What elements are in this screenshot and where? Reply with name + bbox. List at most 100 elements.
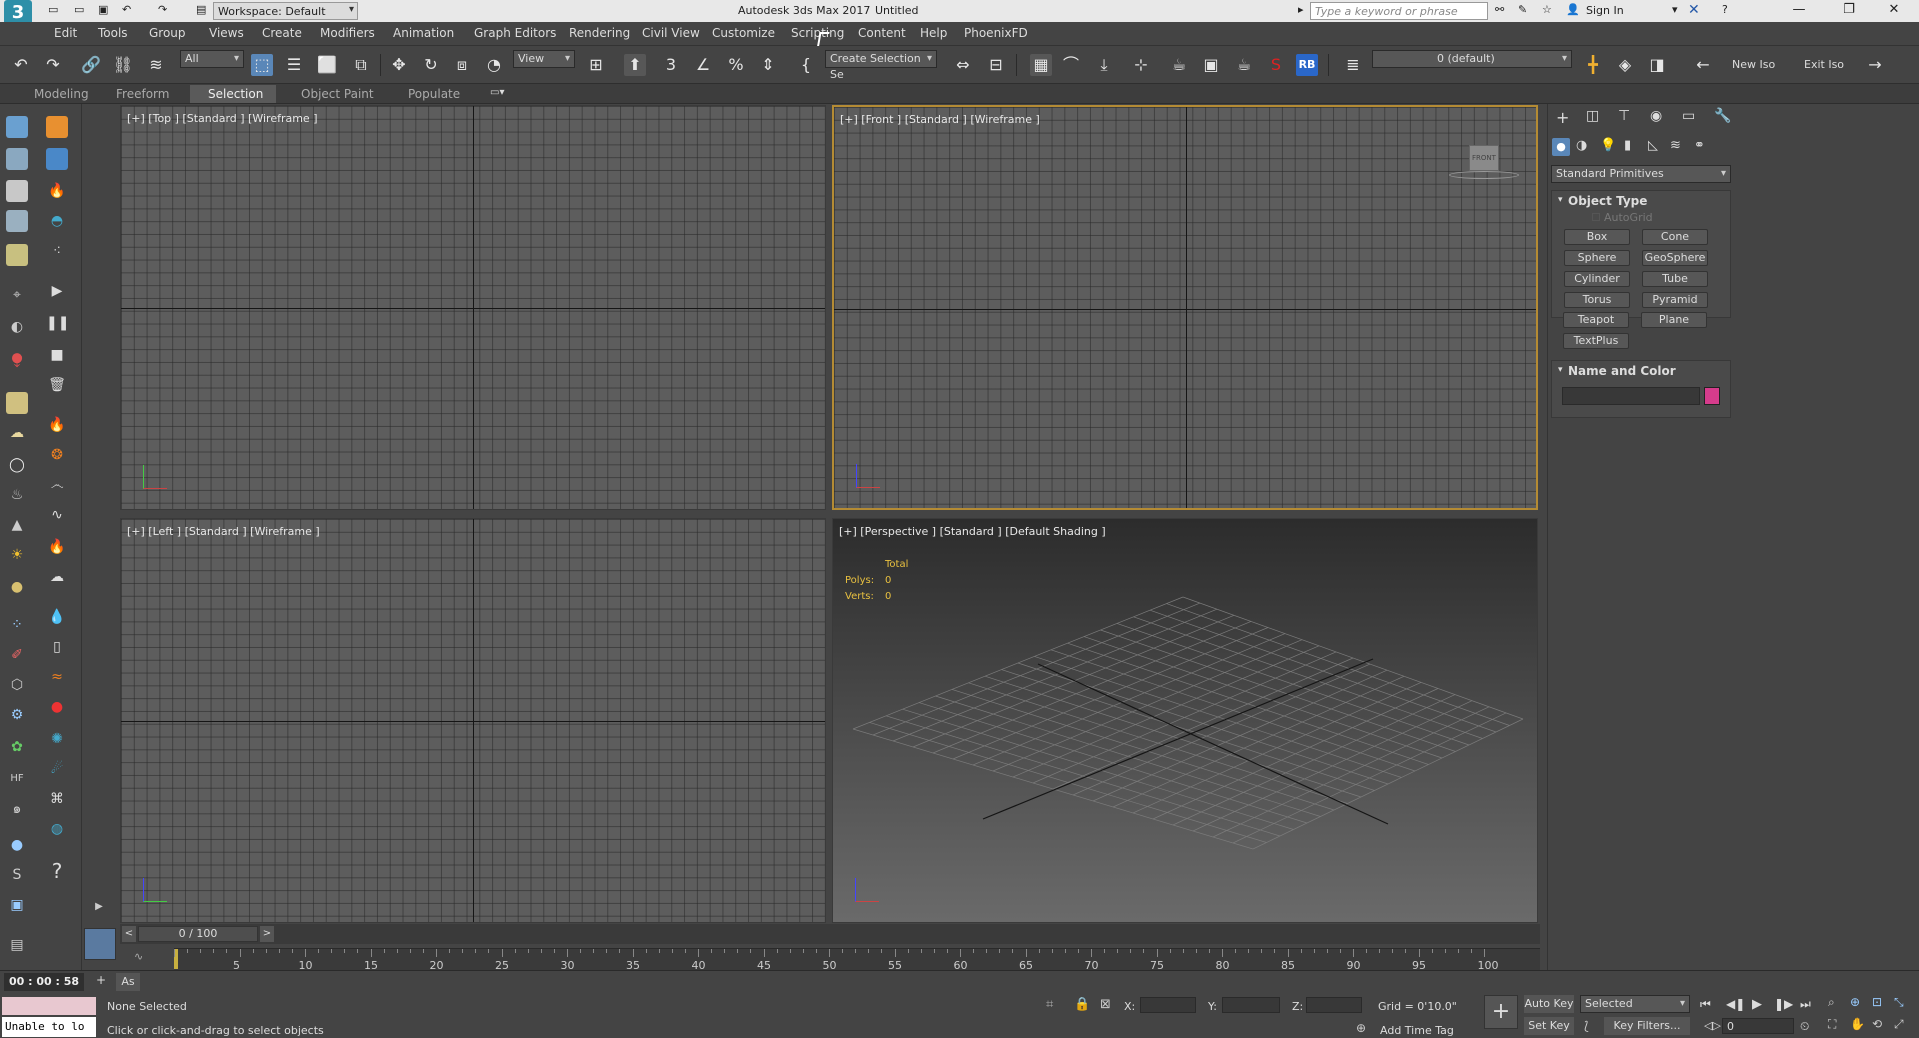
smoke-icon[interactable]: ☁ (46, 566, 68, 588)
dots-icon[interactable]: ⁘ (6, 614, 28, 636)
stop-icon[interactable]: ■ (46, 344, 68, 366)
wave-icon[interactable]: ≈ (46, 666, 68, 688)
shapes-category-icon[interactable]: ◑ (1576, 138, 1587, 153)
user-icon[interactable]: 👤 (1566, 3, 1580, 16)
rotate-icon[interactable]: ↻ (420, 54, 442, 76)
film-icon[interactable]: ⧭ (6, 348, 28, 370)
spinner-snap-icon[interactable]: ⇕ (757, 54, 779, 76)
curve-editor-icon[interactable]: ⌒ (1060, 54, 1082, 76)
cone-icon[interactable]: ▲ (6, 514, 28, 536)
link-icon[interactable]: 🔗 (80, 54, 102, 76)
time-slider[interactable]: < 0 / 100 > (120, 924, 1540, 944)
undo-small-icon[interactable]: ↶ (122, 3, 131, 16)
viewport-label-front[interactable]: [+] [Front ] [Standard ] [Wireframe ] (840, 113, 1040, 126)
flame-swirl-icon[interactable]: ❂ (46, 444, 68, 466)
new-iso-button[interactable]: New Iso (1732, 58, 1775, 71)
angle-snap-icon[interactable]: ∠ (692, 54, 714, 76)
communication-icon[interactable]: ✎ (1518, 3, 1527, 16)
object-type-title[interactable]: Object Type (1568, 194, 1647, 208)
snaps-toggle-icon[interactable]: 3 (660, 54, 682, 76)
cameras-category-icon[interactable]: ▮ (1624, 138, 1631, 153)
help-icon[interactable]: ? (1722, 3, 1728, 16)
pan-icon[interactable]: ✋ (1850, 1017, 1865, 1031)
time-slider-thumb[interactable]: 0 / 100 (138, 926, 258, 942)
reference-coordinate-dropdown[interactable]: View (513, 50, 575, 68)
list-icon[interactable] (6, 180, 28, 202)
tab-freeform[interactable]: Freeform (116, 87, 169, 101)
modify-tab-icon[interactable]: ◫ (1586, 108, 1599, 124)
menu-civil-view[interactable]: Civil View (642, 26, 700, 40)
torus-icon[interactable]: ◯ (6, 454, 28, 476)
new-file-icon[interactable]: ▭ (48, 3, 58, 16)
lock-icon[interactable]: 🔒 (1074, 997, 1090, 1012)
expand-arrow-icon[interactable]: ▸ (1298, 3, 1304, 16)
x-coordinate-field[interactable] (1140, 997, 1196, 1013)
cloud-icon[interactable]: ☁ (6, 422, 28, 444)
redo-small-icon[interactable]: ↷ (158, 3, 167, 16)
tab-populate[interactable]: Populate (408, 87, 460, 101)
undo-icon[interactable]: ↶ (10, 54, 32, 76)
render-setup-icon[interactable]: ☕ (1168, 54, 1190, 76)
time-tag-icon[interactable]: ⊕ (1356, 1021, 1366, 1035)
swirl-icon[interactable]: ๑ (6, 798, 28, 820)
goto-start-icon[interactable]: ⏮ (1700, 997, 1711, 1012)
lights-category-icon[interactable]: 💡 (1600, 138, 1616, 153)
pyramid-button[interactable]: Pyramid (1642, 292, 1708, 308)
zoom-extents-icon[interactable]: ⊡ (1872, 995, 1882, 1009)
menu-create[interactable]: Create (262, 26, 302, 40)
viewport-layout-icon[interactable] (84, 928, 116, 960)
torus-button[interactable]: Torus (1564, 292, 1630, 308)
table-icon[interactable] (6, 210, 28, 232)
object-color-swatch[interactable] (1704, 387, 1720, 405)
key-mode-icon[interactable]: ⟅ (1584, 1019, 1589, 1033)
phoenix-grid-icon[interactable] (46, 116, 68, 138)
menu-content[interactable]: Content (858, 26, 906, 40)
restore-icon[interactable]: ❐ (1835, 2, 1863, 20)
project-folder-icon[interactable]: ▤ (196, 3, 206, 16)
sign-in-link[interactable]: Sign In (1586, 4, 1624, 17)
bucket-icon[interactable]: ▯ (46, 636, 68, 658)
next-frame-icon[interactable]: > (260, 926, 274, 942)
select-by-name-icon[interactable]: ☰ (283, 54, 305, 76)
auto-key-button[interactable]: Auto Key (1524, 995, 1574, 1013)
maximize-viewport-icon[interactable]: ⤢ (1894, 1017, 1904, 1032)
named-selection-brace-icon[interactable]: { (795, 54, 817, 76)
named-selection-set-dropdown[interactable]: Create Selection Se (825, 50, 937, 81)
rectangular-selection-icon[interactable]: ⬜ (316, 54, 338, 76)
layer-manager-icon[interactable]: ≣ (1342, 54, 1364, 76)
cube-icon[interactable]: ⬡ (6, 674, 28, 696)
wind-icon[interactable]: ✺ (46, 728, 68, 750)
sun-icon[interactable]: ☀ (6, 544, 28, 566)
display-icon[interactable] (6, 148, 28, 170)
menu-phoenixfd[interactable]: PhoenixFD (964, 26, 1028, 40)
helix-icon[interactable]: ∿ (46, 504, 68, 526)
tab-selection[interactable]: Selection (208, 87, 263, 101)
menu-rendering[interactable]: Rendering (569, 26, 630, 40)
pause-icon[interactable]: ❚❚ (46, 312, 69, 334)
ribbon-options-icon[interactable]: ▭▾ (490, 87, 504, 98)
add-time-tag-button[interactable]: Add Time Tag (1380, 1024, 1454, 1037)
name-color-title[interactable]: Name and Color (1568, 364, 1676, 378)
select-object-icon[interactable]: ⬚ (251, 54, 273, 76)
play-icon[interactable]: ▶ (46, 280, 68, 302)
tab-object-paint[interactable]: Object Paint (301, 87, 374, 101)
current-frame-field[interactable]: 0 (1722, 1018, 1794, 1034)
brush-icon[interactable]: ✐ (6, 644, 28, 666)
orbit-icon[interactable]: ⟲ (1872, 1017, 1882, 1031)
viewport-top[interactable]: [+] [Top ] [Standard ] [Wireframe ] (120, 105, 826, 510)
hierarchy-tab-icon[interactable]: ⊤ (1618, 108, 1630, 124)
isolate-selection-icon[interactable]: ⌗ (1046, 997, 1053, 1012)
cone-button[interactable]: Cone (1642, 229, 1708, 245)
prev-key-icon[interactable]: ◀❚ (1726, 997, 1745, 1011)
favorites-star-icon[interactable]: ☆ (1542, 3, 1552, 16)
viewport-perspective[interactable]: [+] [Perspective ] [Standard ] [Default … (832, 518, 1538, 923)
bowl-icon[interactable]: ♨ (6, 484, 28, 506)
utilities-tab-icon[interactable]: 🔧 (1714, 108, 1731, 124)
phoenix-ocean-icon[interactable] (46, 148, 68, 170)
teapot-button[interactable]: Teapot (1563, 312, 1629, 328)
spacewarps-category-icon[interactable]: ≋ (1670, 138, 1681, 153)
redo-icon[interactable]: ↷ (42, 54, 64, 76)
flame-icon[interactable]: 🔥 (46, 414, 68, 436)
field-of-view-icon[interactable]: ⛶ (1828, 1017, 1836, 1032)
selected-dropdown[interactable]: Selected (1580, 995, 1690, 1013)
